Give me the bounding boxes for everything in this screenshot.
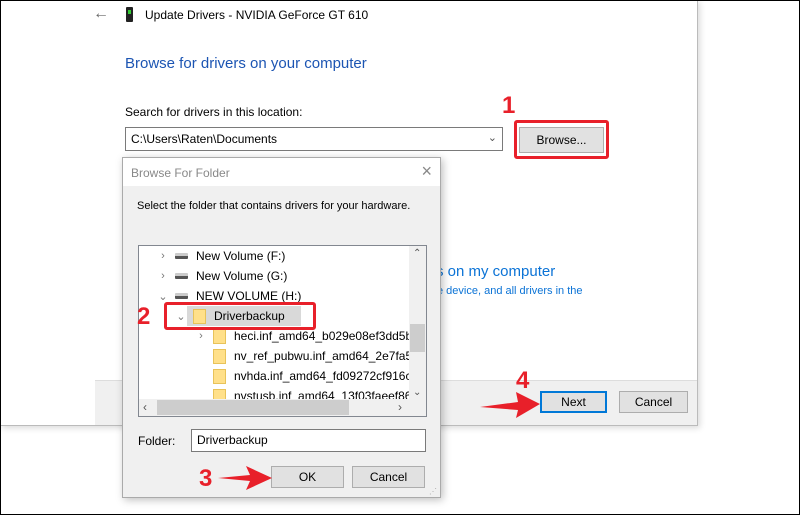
folder-icon — [213, 328, 226, 344]
tree-item-label: New Volume (G:) — [196, 269, 288, 283]
chevron-right-icon[interactable]: › — [195, 330, 207, 342]
folder-label: Folder: — [138, 434, 176, 448]
drive-icon — [175, 253, 188, 259]
folder-icon — [213, 368, 226, 384]
step-4-marker: 4 — [516, 367, 530, 394]
folder-tree[interactable]: › New Volume (F:) › New Volume (G:) ⌄ NEW V… — [138, 245, 427, 417]
tree-item[interactable]: › New Volume (F:) — [139, 246, 285, 266]
browse-highlight — [514, 120, 609, 159]
horizontal-scrollbar[interactable]: ‹ › — [139, 399, 426, 416]
dialog-cancel-button[interactable]: Cancel — [352, 466, 425, 488]
path-value: C:\Users\Raten\Documents — [131, 132, 278, 146]
drive-icon — [175, 293, 188, 299]
resize-grip-icon[interactable]: ⋰ — [429, 487, 437, 496]
search-pc-link-title[interactable]: s on my computer — [436, 263, 555, 280]
dialog-instruction: Select the folder that contains drivers … — [137, 200, 411, 212]
step-2-marker: 2 — [137, 303, 151, 330]
chevron-right-icon[interactable]: › — [157, 270, 169, 282]
chevron-right-icon[interactable]: › — [157, 250, 169, 262]
scroll-left-icon[interactable]: ‹ — [143, 400, 147, 414]
scroll-right-icon[interactable]: › — [398, 400, 402, 414]
tree-item[interactable]: nvhda.inf_amd64_fd09272cf916c — [139, 366, 411, 386]
folder-icon — [213, 348, 226, 364]
tree-item-label: NEW VOLUME (H:) — [196, 289, 302, 303]
device-icon — [126, 7, 133, 22]
drive-icon — [175, 273, 188, 279]
driverbackup-highlight — [164, 302, 316, 330]
search-location-label: Search for drivers in this location: — [125, 105, 303, 119]
dialog-titlebar: Browse For Folder × — [123, 158, 440, 186]
next-button[interactable]: Next — [540, 391, 607, 413]
tree-item-label: nvhda.inf_amd64_fd09272cf916c — [234, 369, 412, 383]
vertical-scrollbar[interactable]: ⌃ ⌄ — [409, 246, 426, 400]
path-combobox[interactable]: C:\Users\Raten\Documents ⌄ — [125, 127, 503, 151]
window-cancel-button[interactable]: Cancel — [619, 391, 688, 413]
tree-item[interactable]: nv_ref_pubwu.inf_amd64_2e7fa5 — [139, 346, 412, 366]
ok-button[interactable]: OK — [271, 466, 344, 488]
search-pc-link-desc: e device, and all drivers in the — [437, 285, 583, 297]
back-arrow-icon[interactable]: ← — [93, 5, 109, 23]
arrow-to-ok-icon — [218, 466, 272, 490]
tree-item[interactable]: › New Volume (G:) — [139, 266, 287, 286]
window-title: Update Drivers - NVIDIA GeForce GT 610 — [145, 8, 369, 22]
tree-item-label: heci.inf_amd64_b029e08ef3dd5b — [234, 329, 413, 343]
folder-input[interactable]: Driverbackup — [191, 429, 426, 452]
scroll-up-icon[interactable]: ⌃ — [413, 248, 421, 259]
arrow-to-next-icon — [480, 392, 540, 418]
vertical-scroll-thumb[interactable] — [410, 324, 425, 352]
page-heading: Browse for drivers on your computer — [125, 55, 367, 72]
step-1-marker: 1 — [502, 92, 516, 119]
horizontal-scroll-thumb[interactable] — [157, 400, 349, 415]
step-3-marker: 3 — [199, 465, 213, 492]
chevron-down-icon[interactable]: ⌄ — [488, 131, 497, 144]
tree-item-label: New Volume (F:) — [196, 249, 286, 263]
dialog-title: Browse For Folder — [131, 166, 230, 180]
close-icon[interactable]: × — [421, 161, 432, 182]
tree-item-label: nv_ref_pubwu.inf_amd64_2e7fa5 — [234, 349, 413, 363]
scroll-down-icon[interactable]: ⌄ — [413, 387, 421, 398]
chevron-down-icon[interactable]: ⌄ — [157, 290, 169, 303]
